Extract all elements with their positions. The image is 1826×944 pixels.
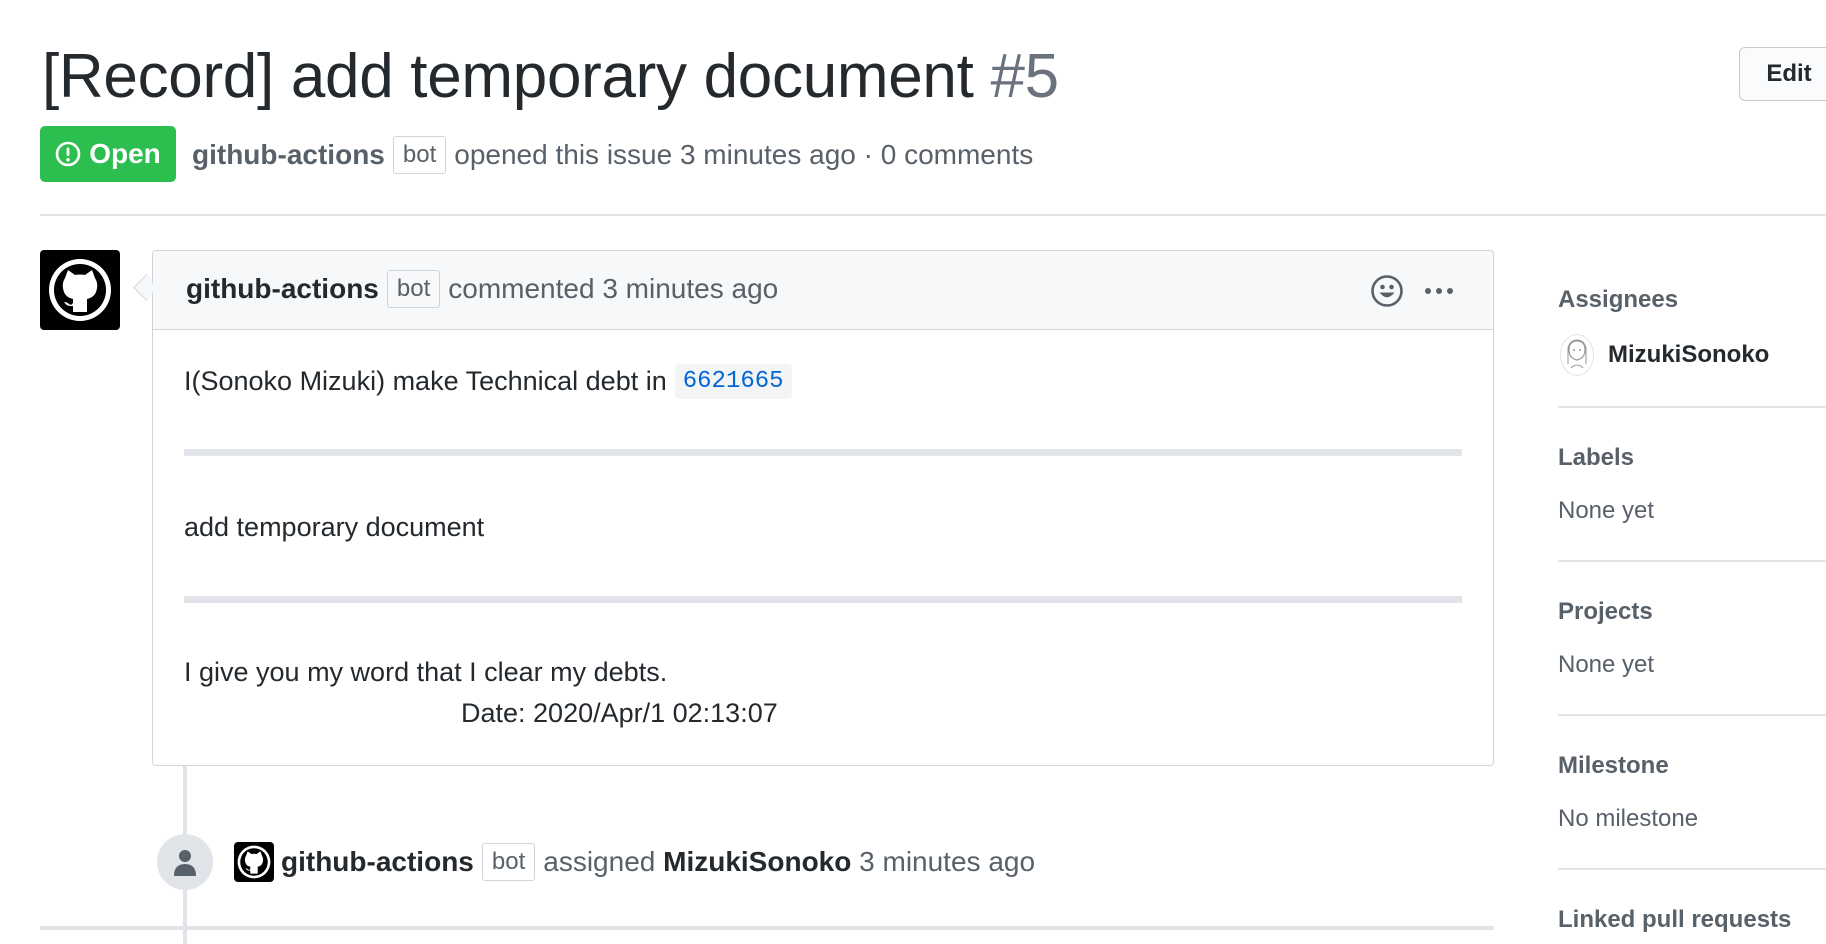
- event-actor-link[interactable]: github-actions: [281, 846, 474, 878]
- commit-sha-link[interactable]: 6621665: [674, 364, 792, 399]
- assigned-event-badge: [157, 834, 213, 890]
- github-octocat-icon: [237, 845, 271, 879]
- sidebar-labels-heading[interactable]: Labels: [1558, 444, 1634, 472]
- sidebar-divider: [1558, 406, 1826, 408]
- issue-title: [Record] add temporary document #5: [42, 34, 1059, 120]
- sidebar-divider: [1558, 560, 1826, 562]
- comment-options-button[interactable]: [1424, 274, 1454, 313]
- bot-label: bot: [481, 843, 536, 881]
- horizontal-rule: [184, 449, 1462, 456]
- comment-body-line2: add temporary document: [184, 512, 485, 542]
- issue-state-label: Open: [89, 138, 161, 169]
- assignee-avatar: [1560, 334, 1594, 376]
- issue-state-badge: Open: [40, 126, 176, 182]
- timeline-bottom-divider: [40, 926, 1494, 930]
- user-avatar-icon: [1567, 339, 1587, 369]
- github-actions-avatar-small[interactable]: [234, 842, 274, 882]
- sidebar-linked-prs-heading[interactable]: Linked pull requests: [1558, 906, 1791, 934]
- sidebar-assignees-heading[interactable]: Assignees: [1558, 286, 1678, 314]
- add-reaction-button[interactable]: [1370, 274, 1404, 313]
- event-action: assigned: [543, 846, 656, 877]
- comment-action-text[interactable]: commented 3 minutes ago: [448, 273, 778, 305]
- assignee-name[interactable]: MizukiSonoko: [1608, 341, 1769, 369]
- event-assignee-link[interactable]: MizukiSonoko: [663, 846, 851, 878]
- bot-label: bot: [386, 270, 441, 308]
- issue-title-text: [Record] add temporary document: [42, 42, 974, 111]
- issue-number: #5: [990, 42, 1059, 111]
- sidebar-divider: [1558, 868, 1826, 870]
- comment-body-date: Date: 2020/Apr/1 02:13:07: [461, 698, 778, 728]
- github-actions-avatar[interactable]: [40, 250, 120, 330]
- kebab-horizontal-icon: [1425, 288, 1453, 294]
- sidebar-milestone-heading[interactable]: Milestone: [1558, 752, 1669, 780]
- edit-button[interactable]: Edit: [1739, 47, 1826, 101]
- comment-body-line1: I(Sonoko Mizuki) make Technical debt in …: [184, 364, 792, 399]
- comment-body-line3: I give you my word that I clear my debts…: [184, 657, 668, 687]
- issue-meta-text: opened this issue 3 minutes ago · 0 comm…: [454, 139, 1034, 170]
- comment-body-line1-text: I(Sonoko Mizuki) make Technical debt in: [184, 366, 667, 396]
- github-octocat-icon: [49, 259, 111, 321]
- horizontal-rule: [184, 596, 1462, 603]
- assignee-item[interactable]: MizukiSonoko: [1560, 334, 1769, 376]
- smiley-icon: [1371, 275, 1403, 307]
- bot-label: bot: [392, 136, 447, 174]
- comment-author-link[interactable]: github-actions: [186, 273, 379, 305]
- sidebar-labels-value: None yet: [1558, 497, 1655, 524]
- sidebar-projects-heading[interactable]: Projects: [1558, 598, 1653, 626]
- header-divider: [40, 214, 1826, 216]
- sidebar-projects-value: None yet: [1558, 651, 1655, 678]
- issue-meta: github-actions bot opened this issue 3 m…: [192, 136, 1033, 174]
- issue-opened-icon: [55, 141, 81, 167]
- comment-header-text: github-actions bot commented 3 minutes a…: [186, 270, 778, 308]
- issue-author-link[interactable]: github-actions: [192, 139, 385, 171]
- person-icon: [174, 850, 196, 876]
- sidebar-milestone-value: No milestone: [1558, 805, 1699, 832]
- assigned-event-text: github-actions bot assigned MizukiSonoko…: [281, 842, 1035, 882]
- event-time[interactable]: 3 minutes ago: [859, 846, 1035, 878]
- sidebar-divider: [1558, 714, 1826, 716]
